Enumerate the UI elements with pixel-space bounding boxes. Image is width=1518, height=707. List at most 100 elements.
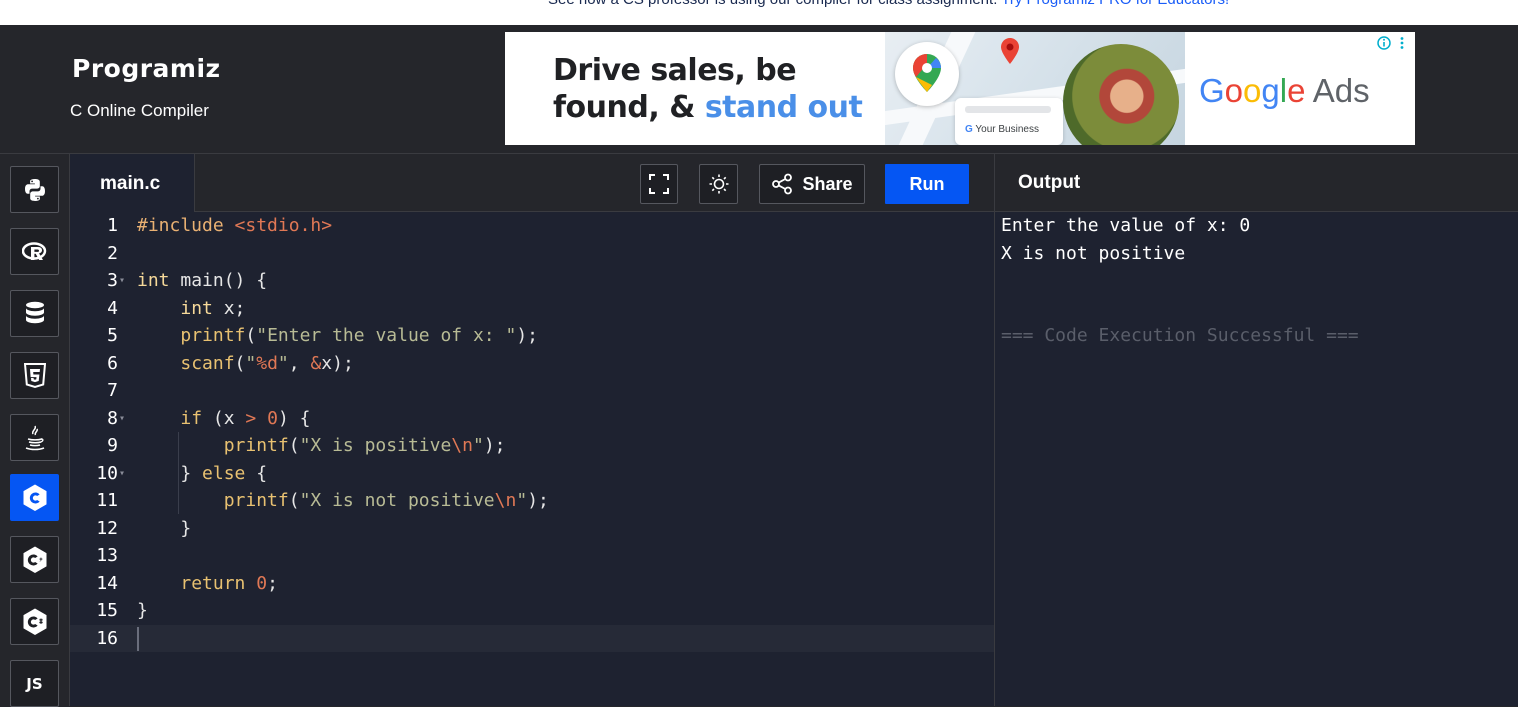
fullscreen-icon bbox=[649, 174, 669, 194]
token-string: "X is positive bbox=[299, 435, 452, 456]
ad-headline-plain: found, & bbox=[553, 90, 705, 125]
business-card-bar bbox=[965, 106, 1051, 113]
advertisement-banner[interactable]: Drive sales, be found, & stand out G You… bbox=[505, 32, 1415, 145]
line-number: 5 bbox=[107, 325, 118, 346]
token-escape: \n bbox=[451, 435, 473, 456]
google-ads-word: Ads bbox=[1305, 72, 1370, 109]
python-icon[interactable] bbox=[10, 166, 59, 213]
google-ads-letter: g bbox=[1261, 72, 1280, 109]
share-button[interactable]: Share bbox=[759, 164, 865, 204]
line-code: int x; bbox=[137, 295, 245, 322]
js-icon[interactable]: JS bbox=[10, 660, 59, 707]
code-line: 2 bbox=[70, 240, 994, 267]
code-line: 7 bbox=[70, 377, 994, 404]
business-label-text: Your Business bbox=[975, 124, 1039, 135]
token-text: ) { bbox=[277, 407, 311, 429]
token-keyword: int bbox=[137, 270, 170, 291]
google-maps-pin-icon bbox=[895, 42, 959, 106]
output-header: Output bbox=[994, 153, 1518, 212]
fullscreen-button[interactable] bbox=[640, 164, 678, 204]
ad-headline-line2: found, & stand out bbox=[553, 89, 863, 126]
token-text: x); bbox=[321, 352, 354, 374]
token-function: scanf bbox=[180, 352, 235, 374]
html5-icon[interactable] bbox=[10, 352, 59, 399]
banner-link[interactable]: Try Programiz PRO for Educators! bbox=[1001, 0, 1229, 8]
google-ads-letter: l bbox=[1279, 72, 1288, 109]
business-label: G Your Business bbox=[965, 124, 1039, 135]
token-text: ; bbox=[267, 572, 278, 594]
location-pin-icon bbox=[1001, 38, 1019, 64]
google-ads-logo: Google Ads bbox=[1199, 72, 1370, 110]
token-include-file: <stdio.h> bbox=[234, 215, 333, 236]
file-tab-label: main.c bbox=[100, 173, 161, 194]
line-number: 2 bbox=[107, 242, 118, 264]
token-keyword: if bbox=[180, 407, 203, 429]
token-string: "X is not positive bbox=[299, 490, 495, 511]
token-text: { bbox=[245, 462, 268, 484]
c-icon[interactable] bbox=[10, 474, 59, 521]
token-function: printf bbox=[180, 325, 246, 346]
token-text: ); bbox=[483, 435, 506, 456]
ad-headline-accent: stand out bbox=[704, 90, 863, 125]
text-cursor bbox=[137, 627, 139, 651]
token-text: (x bbox=[202, 407, 246, 429]
line-number: 13 bbox=[96, 545, 118, 566]
fold-arrow-icon[interactable]: ▾ bbox=[119, 460, 125, 487]
token-keyword: int bbox=[180, 297, 213, 319]
banner-text: See how a CS professor is using our comp… bbox=[548, 0, 997, 8]
share-label: Share bbox=[802, 173, 853, 194]
file-tab[interactable]: main.c bbox=[70, 153, 195, 213]
fold-arrow-icon[interactable]: ▾ bbox=[119, 405, 125, 432]
ad-headline: Drive sales, be found, & stand out bbox=[553, 52, 863, 126]
output-console: Enter the value of x: 0 X is not positiv… bbox=[994, 212, 1518, 706]
fold-arrow-icon[interactable]: ▾ bbox=[119, 267, 125, 294]
line-number: 3 bbox=[107, 270, 118, 291]
token-number: 0 bbox=[267, 407, 278, 429]
run-button[interactable]: Run bbox=[885, 164, 969, 204]
code-line-current: 16 bbox=[70, 624, 994, 652]
token-text: } bbox=[180, 517, 192, 539]
token-text: main() { bbox=[169, 270, 268, 291]
business-card: G Your Business bbox=[955, 98, 1063, 145]
banner-message: See how a CS professor is using our comp… bbox=[548, 0, 1229, 8]
code-line: 8 ▾ if (x > 0) { bbox=[70, 405, 994, 432]
code-line: 14 return 0; bbox=[70, 570, 994, 597]
database-icon[interactable] bbox=[10, 290, 59, 337]
line-number: 7 bbox=[107, 380, 118, 401]
editor-toolbar: main.c Share Run bbox=[70, 153, 994, 213]
token-keyword: else bbox=[202, 462, 246, 484]
r-icon[interactable] bbox=[10, 228, 59, 275]
line-number: 9 bbox=[107, 435, 118, 456]
output-line: Enter the value of x: 0 bbox=[1001, 215, 1251, 236]
google-ads-letter: e bbox=[1287, 72, 1306, 109]
line-number: 1 bbox=[107, 215, 118, 236]
token-text: , bbox=[288, 352, 311, 374]
line-number: 15 bbox=[96, 600, 118, 621]
code-line: 9 printf("X is positive\n"); bbox=[70, 432, 994, 459]
google-ads-letter: o bbox=[1243, 72, 1262, 109]
code-line: 11 printf("X is not positive\n"); bbox=[70, 487, 994, 514]
token-string: " bbox=[516, 490, 528, 511]
top-banner: See how a CS professor is using our comp… bbox=[0, 0, 1518, 25]
theme-toggle-button[interactable] bbox=[699, 164, 738, 204]
token-string: " bbox=[277, 352, 289, 374]
line-code: scanf("%d", &x); bbox=[180, 352, 354, 374]
line-number: 8 bbox=[107, 407, 118, 429]
share-icon bbox=[772, 173, 793, 195]
java-icon[interactable] bbox=[10, 414, 59, 461]
code-line: 3 ▾ int main() { bbox=[70, 267, 994, 294]
info-icon[interactable] bbox=[1377, 35, 1409, 54]
code-line: 6 scanf("%d", &x); bbox=[70, 350, 994, 377]
token-text: ); bbox=[516, 325, 539, 346]
programiz-logo[interactable]: Programiz bbox=[72, 54, 221, 83]
js-label: JS bbox=[26, 674, 43, 693]
code-editor[interactable]: 1 #include <stdio.h> 2 3 ▾ int main() { … bbox=[70, 212, 994, 706]
sun-icon bbox=[709, 174, 728, 194]
csharp-icon[interactable] bbox=[10, 598, 59, 645]
code-line: 13 bbox=[70, 542, 994, 569]
execution-status: === Code Execution Successful === bbox=[1001, 325, 1359, 346]
cpp-icon[interactable] bbox=[10, 536, 59, 583]
token-text: ); bbox=[527, 490, 549, 511]
line-code: int main() { bbox=[137, 267, 267, 294]
